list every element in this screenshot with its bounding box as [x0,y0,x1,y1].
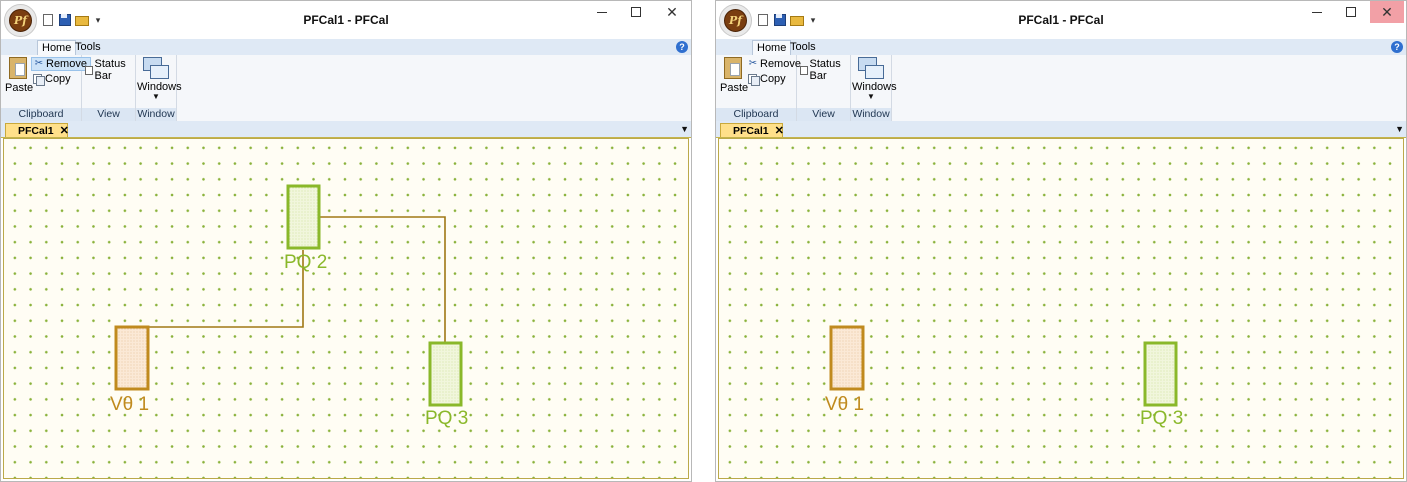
windows-button[interactable]: Windows ▼ [852,57,897,101]
paste-button[interactable]: Paste [720,57,749,97]
tab-list-dropdown-icon[interactable]: ▼ [680,124,689,134]
status-bar-checkbox[interactable]: Status Bar [800,58,850,82]
clipboard-group: Paste ✂ Remove Copy Clipboard [716,55,801,121]
document-tab[interactable]: PFCal1 ✕ [720,123,784,137]
copy-button[interactable]: Copy [31,72,74,86]
dropdown-arrow-icon: ▼ [152,92,160,101]
close-button[interactable]: ✕ [1370,1,1404,23]
minimize-icon [1312,11,1322,13]
bus-label-1: Vθ 1 [825,394,864,415]
diagram-canvas[interactable]: Vθ 1 PQ 3 [718,138,1404,479]
bus-v-theta-1[interactable] [829,325,865,391]
bus-pq-3[interactable] [428,341,463,407]
maximize-button[interactable] [619,1,653,23]
view-group-label: View [797,108,850,121]
scissors-icon: ✂ [748,58,758,69]
windows-icon [858,57,884,79]
document-tab[interactable]: PFCal1 ✕ [5,123,69,137]
ribbon: Paste ✂ Remove Copy Clipboard Status Bar… [1,55,691,122]
maximize-icon [1346,7,1356,17]
status-bar-label: Status Bar [94,58,126,82]
clipboard-group-label: Clipboard [1,108,81,121]
clipboard-group: Paste ✂ Remove Copy Clipboard [1,55,91,121]
line-bus1-bus2[interactable] [148,250,304,328]
checkbox-icon [85,65,93,75]
remove-button[interactable]: ✂ Remove [746,57,804,71]
diagram-canvas[interactable]: Vθ 1 PQ 2 PQ 3 [3,138,689,479]
ribbon-tab-strip: Home Tools ? [1,39,691,55]
paste-button[interactable]: Paste [5,57,34,97]
title-bar[interactable]: Pf ▾ PFCal1 - PFCal ✕ [1,1,691,39]
maximize-button[interactable] [1334,1,1368,23]
clipboard-group-label: Clipboard [716,108,796,121]
help-icon[interactable]: ? [676,41,688,53]
close-tab-icon[interactable]: ✕ [775,124,784,137]
close-button[interactable]: ✕ [655,1,689,23]
window-group: Windows ▼ Window [136,55,182,121]
dropdown-arrow-icon: ▼ [867,92,875,101]
maximize-icon [631,7,641,17]
status-bar-checkbox[interactable]: Status Bar [85,58,135,82]
window-group: Windows ▼ Window [851,55,897,121]
copy-label: Copy [760,73,786,85]
document-tab-strip: PFCal1 ✕ ▼ [716,121,1406,138]
bus-label-3: PQ 3 [1140,408,1183,429]
minimize-icon [597,11,607,13]
close-icon: ✕ [666,4,678,20]
app-window-right: Pf ▾ PFCal1 - PFCal ✕ Home Tools ? Paste… [715,0,1407,482]
bus-label-2: PQ 2 [284,252,327,273]
document-tab-strip: PFCal1 ✕ ▼ [1,121,691,138]
clipboard-icon [724,57,742,79]
clipboard-icon [9,57,27,79]
diagram-svg: Vθ 1 PQ 2 PQ 3 [110,184,468,429]
copy-icon [748,74,760,86]
window-group-label: Window [136,108,176,121]
tab-tools[interactable]: Tools [786,40,820,55]
view-group: Status Bar View [82,55,136,121]
bus-v-theta-1[interactable] [114,325,150,391]
bus-label-3: PQ 3 [425,408,468,429]
copy-button[interactable]: Copy [746,72,789,86]
paste-label: Paste [720,82,749,94]
close-tab-icon[interactable]: ✕ [60,124,69,137]
line-bus2-bus3[interactable] [319,216,446,343]
tab-tools[interactable]: Tools [71,40,105,55]
remove-label: Remove [46,58,87,70]
copy-icon [33,74,45,86]
view-group: Status Bar View [797,55,851,121]
document-tab-label: PFCal1 [18,124,54,137]
window-group-label: Window [851,108,891,121]
close-icon: ✕ [1381,4,1393,20]
windows-button[interactable]: Windows ▼ [137,57,182,101]
tab-list-dropdown-icon[interactable]: ▼ [1395,124,1404,134]
paste-label: Paste [5,82,34,94]
bus-label-1: Vθ 1 [110,394,149,415]
title-bar[interactable]: Pf ▾ PFCal1 - PFCal ✕ [716,1,1406,39]
ribbon: Paste ✂ Remove Copy Clipboard Status Bar… [716,55,1406,122]
view-group-label: View [82,108,135,121]
windows-icon [143,57,169,79]
checkbox-icon [800,65,808,75]
bus-pq-2[interactable] [286,184,321,250]
status-bar-label: Status Bar [809,58,841,82]
diagram-svg: Vθ 1 PQ 3 [825,325,1183,429]
minimize-button[interactable] [1300,1,1334,23]
copy-label: Copy [45,73,71,85]
scissors-icon: ✂ [34,58,44,69]
bus-pq-3[interactable] [1143,341,1178,407]
help-icon[interactable]: ? [1391,41,1403,53]
ribbon-tab-strip: Home Tools ? [716,39,1406,55]
app-window-left: Pf ▾ PFCal1 - PFCal ✕ Home Tools ? Paste… [0,0,692,482]
document-tab-label: PFCal1 [733,124,769,137]
remove-label: Remove [760,58,801,70]
minimize-button[interactable] [585,1,619,23]
